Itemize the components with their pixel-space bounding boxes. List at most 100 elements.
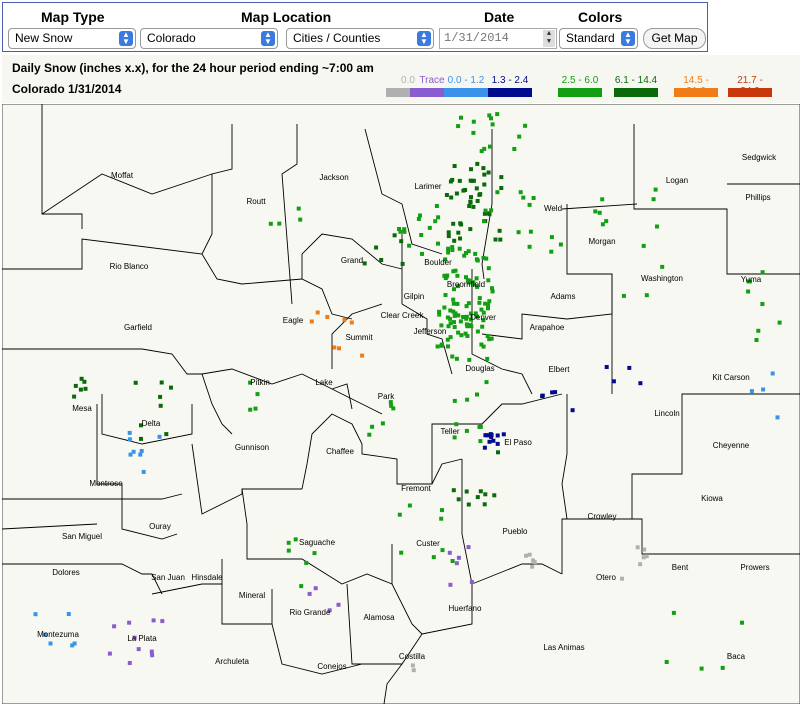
snow-observation-marker[interactable]: [671, 610, 676, 615]
snow-observation-marker[interactable]: [379, 258, 384, 262]
snow-observation-marker[interactable]: [48, 641, 53, 646]
snow-observation-marker[interactable]: [760, 270, 765, 275]
snow-observation-marker[interactable]: [469, 195, 473, 200]
snow-observation-marker[interactable]: [450, 245, 455, 250]
snow-observation-marker[interactable]: [454, 191, 459, 196]
snow-observation-marker[interactable]: [458, 221, 463, 226]
snow-observation-marker[interactable]: [439, 342, 444, 347]
snow-observation-marker[interactable]: [746, 289, 751, 294]
snow-observation-marker[interactable]: [664, 660, 669, 664]
snow-observation-marker[interactable]: [439, 516, 444, 521]
snow-observation-marker[interactable]: [754, 338, 759, 342]
snow-observation-marker[interactable]: [471, 119, 476, 124]
snow-observation-marker[interactable]: [465, 397, 470, 402]
snow-observation-marker[interactable]: [642, 547, 647, 552]
snow-observation-marker[interactable]: [627, 365, 632, 370]
snow-observation-marker[interactable]: [496, 450, 500, 455]
snow-observation-marker[interactable]: [444, 193, 449, 197]
date-input[interactable]: 1/31/2014 ▲ ▼: [439, 28, 557, 49]
snow-observation-marker[interactable]: [450, 354, 455, 359]
snow-observation-marker[interactable]: [380, 421, 385, 426]
snow-observation-marker[interactable]: [307, 591, 312, 596]
snow-observation-marker[interactable]: [467, 357, 472, 362]
snow-observation-marker[interactable]: [553, 390, 558, 395]
snow-observation-marker[interactable]: [450, 559, 455, 563]
snow-observation-marker[interactable]: [490, 286, 494, 291]
snow-observation-marker[interactable]: [452, 238, 457, 243]
snow-observation-marker[interactable]: [72, 641, 77, 646]
snow-observation-marker[interactable]: [342, 317, 347, 322]
snow-observation-marker[interactable]: [486, 278, 491, 283]
snow-observation-marker[interactable]: [478, 192, 483, 197]
snow-observation-marker[interactable]: [268, 221, 273, 226]
snow-observation-marker[interactable]: [286, 548, 291, 553]
snow-observation-marker[interactable]: [499, 186, 504, 190]
snow-observation-marker[interactable]: [159, 380, 164, 385]
snow-observation-marker[interactable]: [517, 134, 522, 139]
snow-observation-marker[interactable]: [488, 144, 492, 149]
colors-select[interactable]: Standard ▲ ▼: [559, 28, 638, 49]
snow-observation-marker[interactable]: [419, 233, 424, 237]
snow-observation-marker[interactable]: [761, 387, 766, 392]
snow-observation-marker[interactable]: [459, 333, 464, 338]
snow-observation-marker[interactable]: [475, 161, 480, 166]
snow-observation-marker[interactable]: [475, 392, 479, 397]
snow-observation-marker[interactable]: [349, 320, 354, 325]
snow-observation-marker[interactable]: [487, 299, 492, 304]
snow-observation-marker[interactable]: [139, 449, 144, 453]
snow-observation-marker[interactable]: [452, 313, 457, 318]
snow-observation-marker[interactable]: [524, 553, 528, 558]
snow-observation-marker[interactable]: [770, 371, 775, 376]
snow-observation-marker[interactable]: [474, 186, 479, 191]
snow-observation-marker[interactable]: [464, 275, 468, 280]
snow-observation-marker[interactable]: [655, 224, 659, 229]
snow-observation-marker[interactable]: [495, 433, 500, 438]
snow-observation-marker[interactable]: [482, 445, 487, 450]
snow-observation-marker[interactable]: [641, 555, 646, 560]
snow-observation-marker[interactable]: [756, 328, 761, 333]
snow-observation-marker[interactable]: [370, 424, 375, 429]
snow-observation-marker[interactable]: [469, 167, 473, 172]
snow-observation-marker[interactable]: [475, 329, 480, 334]
snow-observation-marker[interactable]: [720, 665, 725, 670]
snow-observation-marker[interactable]: [407, 243, 412, 248]
snow-observation-marker[interactable]: [431, 555, 436, 560]
snow-observation-marker[interactable]: [367, 432, 372, 437]
snow-observation-marker[interactable]: [478, 424, 483, 429]
snow-observation-marker[interactable]: [325, 315, 330, 319]
snow-observation-marker[interactable]: [483, 492, 488, 497]
snow-observation-marker[interactable]: [468, 199, 473, 204]
snow-observation-marker[interactable]: [447, 550, 452, 555]
snow-observation-marker[interactable]: [471, 130, 476, 135]
get-map-button[interactable]: Get Map: [643, 28, 706, 49]
snow-observation-marker[interactable]: [313, 586, 318, 591]
snow-observation-marker[interactable]: [477, 296, 482, 301]
snow-observation-marker[interactable]: [451, 269, 456, 274]
snow-observation-marker[interactable]: [253, 406, 258, 411]
snow-observation-marker[interactable]: [528, 229, 533, 234]
snow-observation-marker[interactable]: [485, 356, 490, 361]
snow-observation-marker[interactable]: [455, 301, 460, 306]
snow-observation-marker[interactable]: [446, 246, 451, 251]
snow-observation-marker[interactable]: [410, 663, 415, 668]
snow-observation-marker[interactable]: [78, 387, 83, 392]
snow-observation-marker[interactable]: [66, 612, 71, 616]
snow-observation-marker[interactable]: [83, 386, 88, 391]
snow-observation-marker[interactable]: [699, 666, 704, 671]
snow-observation-marker[interactable]: [473, 251, 478, 256]
snow-observation-marker[interactable]: [495, 441, 500, 446]
snow-observation-marker[interactable]: [488, 432, 493, 437]
snow-observation-marker[interactable]: [495, 190, 500, 195]
snow-observation-marker[interactable]: [660, 264, 665, 269]
snow-observation-marker[interactable]: [459, 115, 463, 120]
snow-observation-marker[interactable]: [33, 612, 38, 617]
snow-observation-marker[interactable]: [411, 668, 416, 673]
snow-observation-marker[interactable]: [481, 344, 486, 349]
snow-observation-marker[interactable]: [475, 258, 480, 263]
snow-observation-marker[interactable]: [501, 432, 506, 437]
snow-observation-marker[interactable]: [150, 653, 155, 658]
snow-observation-marker[interactable]: [491, 438, 496, 443]
snow-observation-marker[interactable]: [597, 210, 602, 215]
snow-observation-marker[interactable]: [486, 170, 491, 175]
snow-observation-marker[interactable]: [464, 316, 469, 321]
